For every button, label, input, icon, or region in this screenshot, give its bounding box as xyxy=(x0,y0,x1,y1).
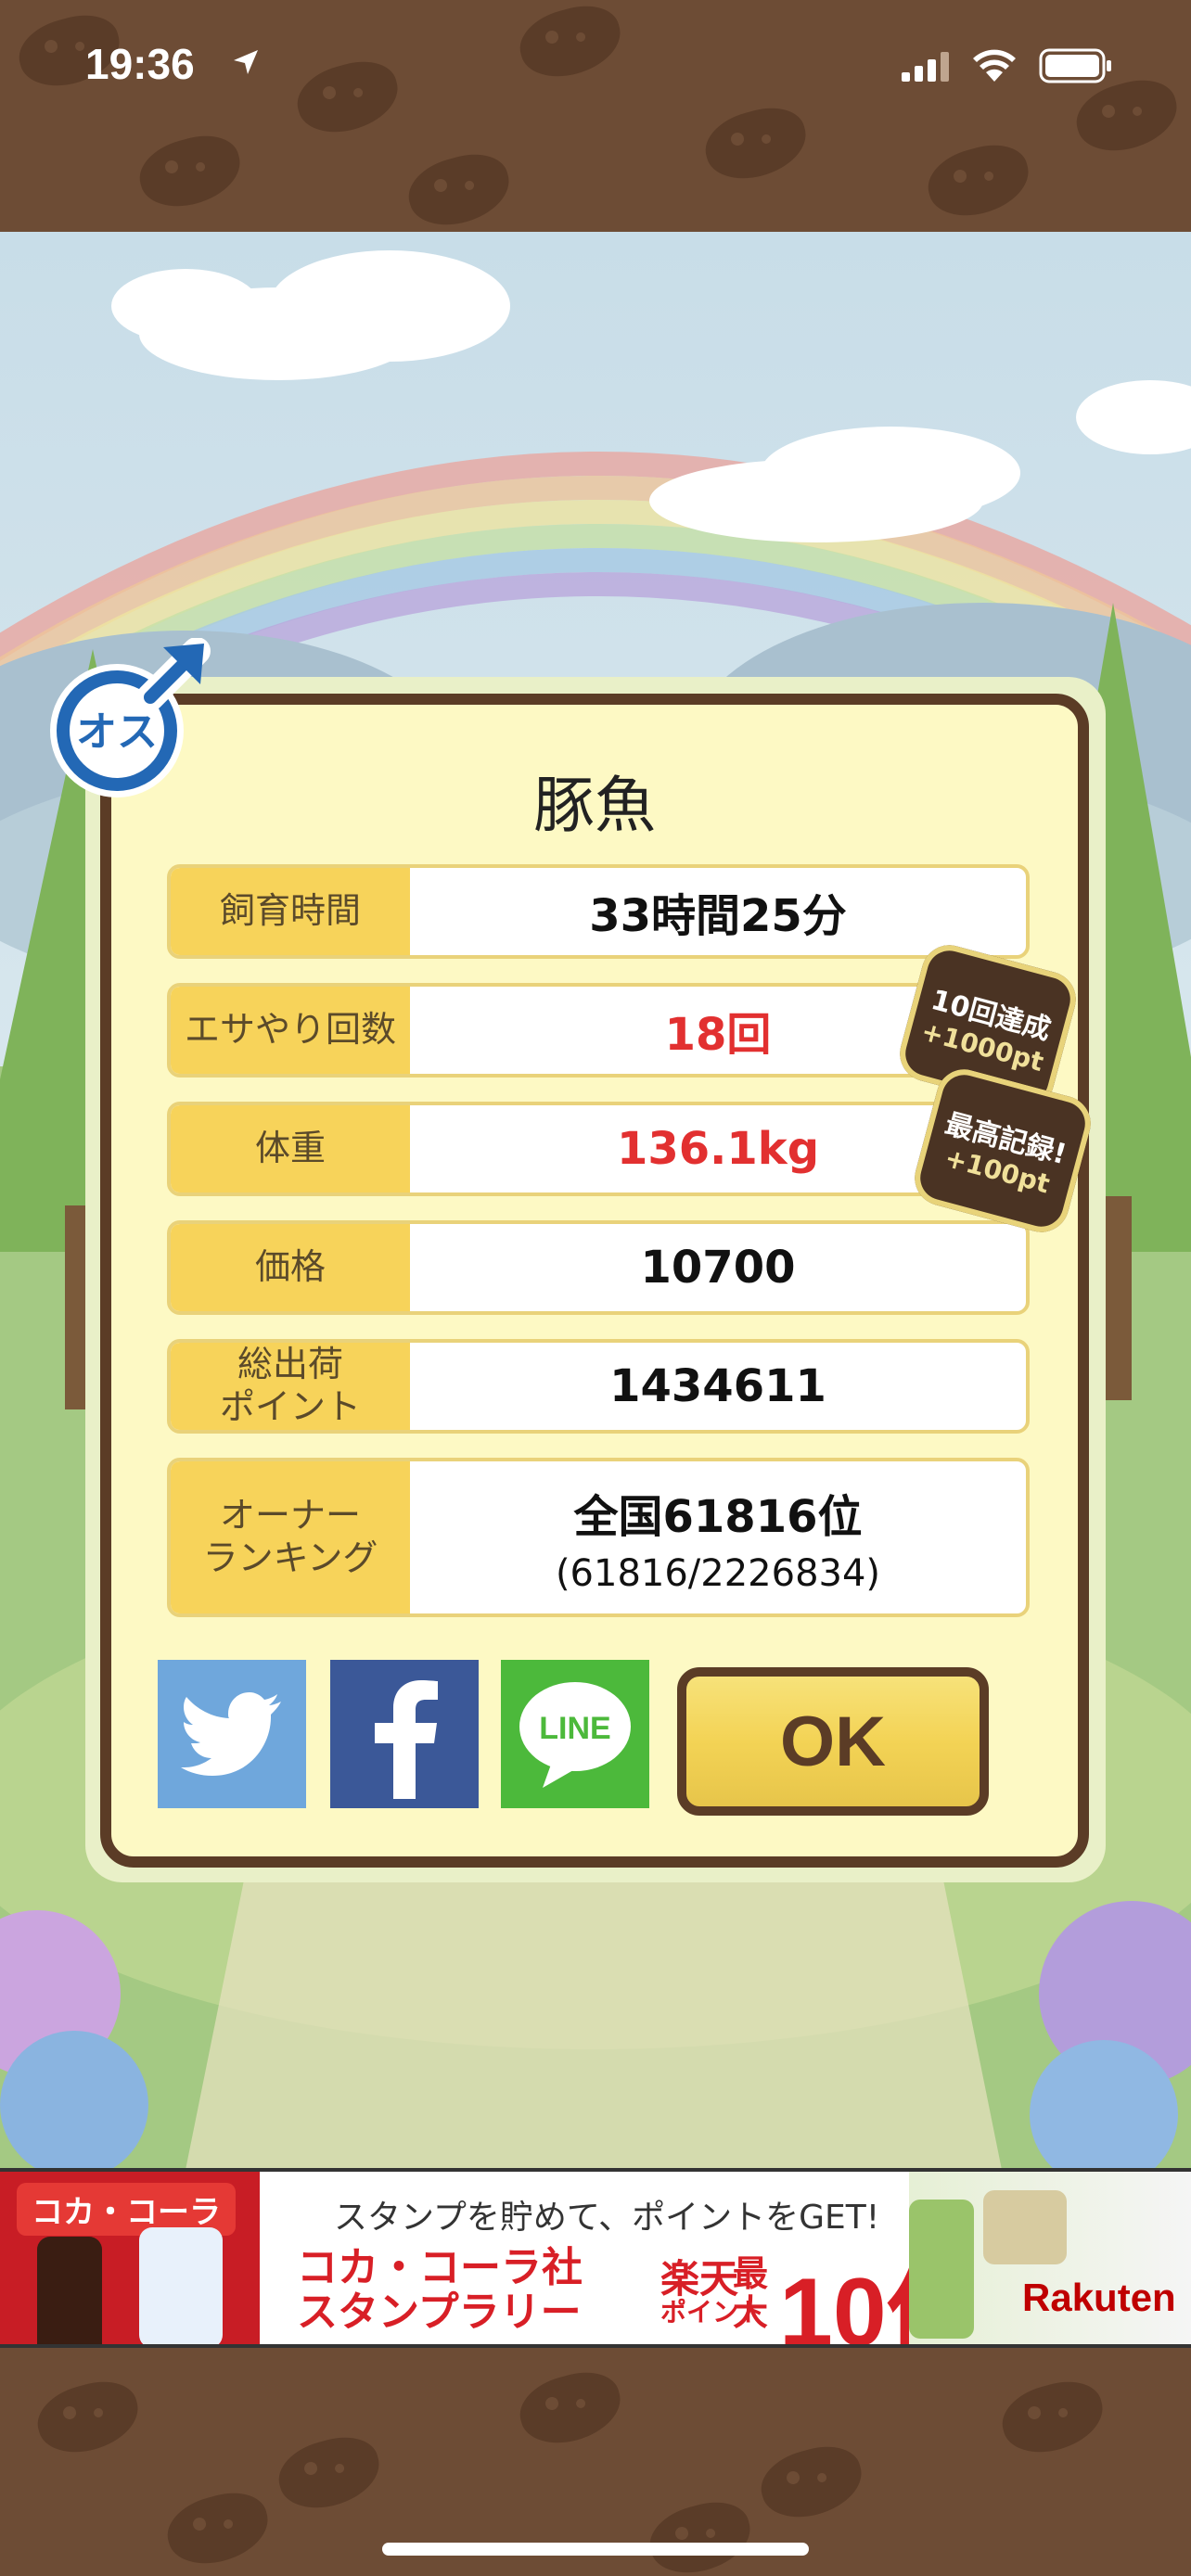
ad-campaign-line2: スタンプラリー xyxy=(297,2289,582,2337)
pattern-blob xyxy=(30,2372,147,2463)
male-gender-icon: オス xyxy=(41,637,217,805)
ranking-detail: (61816/2226834) xyxy=(555,1552,881,1595)
stat-value-text: 18回 xyxy=(664,1009,772,1061)
stat-value: 1434611 xyxy=(410,1343,1026,1430)
stat-label: 価格 xyxy=(171,1224,410,1311)
line-icon: LINE xyxy=(519,1682,631,1788)
stat-row-total-points: 総出荷 ポイント 1434611 xyxy=(167,1339,1030,1434)
stat-row-owner-ranking: オーナー ランキング 全国61816位 (61816/2226834) xyxy=(167,1458,1030,1617)
water-bottle-image xyxy=(139,2227,223,2344)
cellular-signal-icon xyxy=(902,52,949,82)
facebook-share-button[interactable] xyxy=(330,1660,479,1808)
stat-value-text: 1434611 xyxy=(609,1360,826,1412)
twitter-icon xyxy=(181,1692,281,1776)
stat-value-text: 136.1kg xyxy=(616,1123,820,1175)
ad-max-text: 最大 xyxy=(733,2253,769,2333)
stat-value-text: 33時間25分 xyxy=(589,890,847,942)
ad-tea-bottles-image xyxy=(909,2172,1191,2344)
line-label: LINE xyxy=(539,1711,610,1746)
ad-campaign-name: コカ・コーラ社 スタンプラリー xyxy=(297,2244,583,2337)
stat-label: 総出荷 ポイント xyxy=(171,1343,410,1430)
pattern-blob xyxy=(920,135,1037,226)
ad-banner[interactable]: コカ・コーラ スタンプを貯めて、ポイントをGET! コカ・コーラ社 スタンプラリ… xyxy=(0,2168,1191,2348)
line-share-button[interactable]: LINE xyxy=(501,1660,649,1808)
ad-campaign-line1: コカ・コーラ社 xyxy=(297,2244,583,2291)
stat-value-text: 10700 xyxy=(640,1242,796,1294)
ok-button[interactable]: OK xyxy=(677,1667,989,1816)
ad-product-image: コカ・コーラ xyxy=(0,2172,260,2344)
pattern-blob xyxy=(271,2428,388,2519)
stat-row-breeding-time: 飼育時間 33時間25分 xyxy=(167,864,1030,959)
pattern-blob xyxy=(753,2437,870,2528)
status-bar: 19:36 xyxy=(0,0,1191,130)
pattern-blob xyxy=(132,126,249,217)
location-arrow-icon xyxy=(234,50,258,74)
stat-value: 全国61816位 (61816/2226834) xyxy=(410,1461,1026,1613)
stat-label: 飼育時間 xyxy=(171,868,410,955)
pattern-blob xyxy=(512,2363,629,2454)
stat-value: 33時間25分 xyxy=(410,868,1026,955)
tea-bottle-image xyxy=(983,2190,1067,2264)
battery-icon xyxy=(1039,48,1111,83)
stat-label: オーナー ランキング xyxy=(171,1461,410,1613)
stat-row-price: 価格 10700 xyxy=(167,1220,1030,1315)
twitter-share-button[interactable] xyxy=(158,1660,306,1808)
tea-bottle-image xyxy=(909,2200,974,2339)
ad-headline: スタンプを貯めて、ポイントをGET! xyxy=(334,2199,880,2237)
stat-row-weight: 体重 136.1kg xyxy=(167,1102,1030,1196)
stat-row-feeding-count: エサやり回数 18回 xyxy=(167,983,1030,1078)
cola-bottle-image xyxy=(37,2237,102,2344)
ranking-value: 全国61816位 xyxy=(573,1491,863,1543)
facebook-icon xyxy=(375,1680,438,1799)
gender-label: オス xyxy=(76,708,158,756)
stat-label: エサやり回数 xyxy=(171,987,410,1074)
status-time: 19:36 xyxy=(85,40,195,88)
wifi-icon xyxy=(973,49,1016,82)
home-indicator[interactable] xyxy=(382,2543,809,2556)
pattern-blob xyxy=(160,2483,276,2574)
stat-label: 体重 xyxy=(171,1105,410,1192)
pattern-blob xyxy=(994,2372,1111,2463)
stat-value: 10700 xyxy=(410,1224,1026,1311)
fish-name-title: 豚魚 xyxy=(533,770,656,841)
pattern-blob xyxy=(401,145,518,232)
pattern-blob xyxy=(642,2493,759,2576)
rakuten-logo: Rakuten xyxy=(1022,2276,1176,2319)
